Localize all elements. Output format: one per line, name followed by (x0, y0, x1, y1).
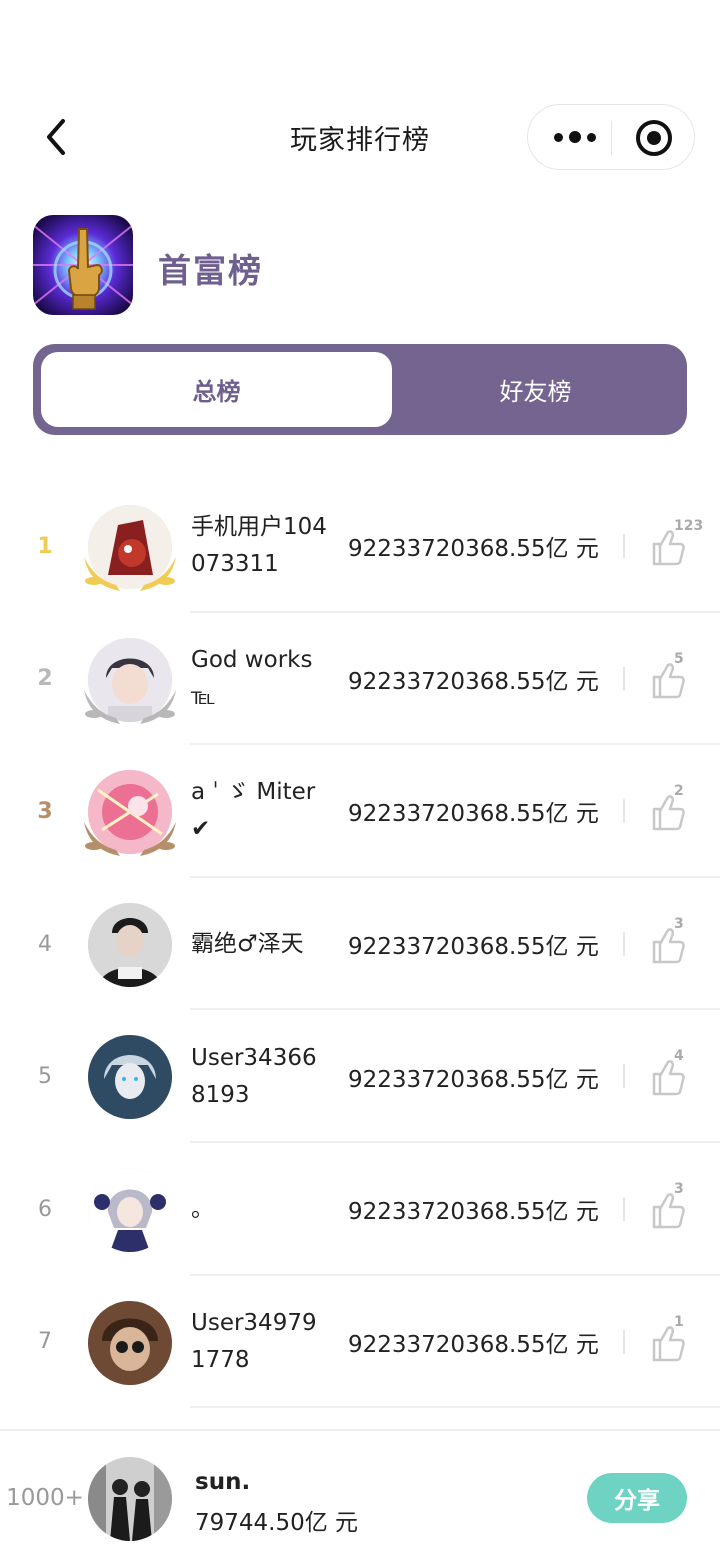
tab-bar: 总榜 好友榜 (33, 344, 687, 435)
row-divider (623, 1196, 625, 1221)
player-amount: 92233720368.55亿 元 (348, 801, 599, 828)
avatar (80, 902, 180, 993)
like-count: 3 (674, 1180, 684, 1197)
golden-finger-icon (33, 215, 133, 315)
avatar-image (88, 1035, 172, 1120)
row-divider (623, 1064, 625, 1089)
row-divider (623, 799, 625, 824)
silver-laurel-icon (84, 689, 176, 724)
nav-bar: 玩家排行榜 (0, 0, 720, 180)
player-amount: 92233720368.55亿 元 (348, 934, 599, 961)
like-count: 3 (674, 915, 684, 932)
table-row[interactable]: 6 。 92233720368.55亿 元 3 (0, 1143, 720, 1276)
player-amount: 92233720368.55亿 元 (348, 1199, 599, 1226)
my-rank: 1000+ (6, 1485, 84, 1511)
rank-number: 3 (37, 798, 53, 824)
like-count: 2 (674, 783, 684, 800)
avatar-image (88, 902, 172, 987)
table-row[interactable]: 7 User349791778 92233720368.55亿 元 1 (0, 1276, 720, 1409)
row-divider (623, 666, 625, 691)
player-name: God works℡ (191, 646, 313, 710)
player-name: User343668193 (191, 1044, 317, 1108)
leaderboard-list: 1 手机用户104073311 92233720368.55亿 元 123 2 … (0, 480, 720, 1409)
like-count: 4 (674, 1048, 684, 1065)
rank-number: 4 (38, 931, 52, 957)
more-button[interactable] (540, 105, 610, 169)
player-name: a ˈ ゞ Miter✔ (191, 779, 316, 843)
rank-number: 7 (38, 1329, 52, 1355)
avatar (80, 1167, 180, 1258)
my-name: sun. (195, 1469, 251, 1495)
player-amount: 92233720368.55亿 元 (348, 536, 599, 563)
my-rank-bar: 1000+ sun. 79744.50亿 元 分享 (0, 1429, 720, 1563)
player-name: User349791778 (191, 1309, 317, 1373)
like-count: 5 (674, 650, 684, 667)
player-name: 霸绝♂泽天 (191, 930, 304, 957)
table-row[interactable]: 4 霸绝♂泽天 92233720368.55亿 元 3 (0, 878, 720, 1011)
rank-number: 1 (37, 533, 53, 559)
my-amount: 79744.50亿 元 (195, 1510, 359, 1536)
table-row[interactable]: 5 User343668193 92233720368.55亿 元 4 (0, 1010, 720, 1143)
rank-number: 5 (38, 1064, 52, 1090)
table-row[interactable]: 2 God works℡ 92233720368.55亿 元 5 (0, 613, 720, 746)
like-count: 123 (674, 518, 704, 534)
target-icon[interactable] (636, 120, 672, 156)
avatar (80, 770, 180, 860)
avatar (80, 637, 180, 728)
row-divider (623, 534, 625, 558)
share-button[interactable]: 分享 (587, 1473, 687, 1523)
bronze-laurel-icon (84, 822, 176, 857)
table-row[interactable]: 3 a ˈ ゞ Miter✔ 92233720368.55亿 元 2 (0, 745, 720, 878)
capsule-divider (611, 121, 612, 155)
player-amount: 92233720368.55亿 元 (348, 1331, 599, 1358)
avatar (80, 1035, 180, 1125)
avatar (88, 1457, 172, 1541)
more-dots-icon (554, 132, 563, 142)
avatar (80, 1300, 180, 1391)
gold-laurel-icon (84, 557, 176, 591)
player-amount: 92233720368.55亿 元 (348, 668, 599, 695)
avatar-image (88, 1300, 172, 1385)
avatar-image (88, 1167, 172, 1252)
avatar (80, 505, 180, 595)
player-name: 。 (191, 1195, 214, 1222)
row-divider (623, 1329, 625, 1354)
table-row[interactable]: 1 手机用户104073311 92233720368.55亿 元 123 (0, 480, 720, 613)
tab-friends[interactable]: 好友榜 (392, 352, 679, 427)
mini-program-capsule (527, 104, 695, 170)
tab-overall[interactable]: 总榜 (41, 352, 392, 427)
row-separator (190, 1406, 720, 1409)
board-title: 首富榜 (158, 251, 263, 290)
like-count: 1 (674, 1313, 684, 1330)
player-amount: 92233720368.55亿 元 (348, 1066, 599, 1093)
rank-number: 6 (38, 1196, 52, 1222)
player-name: 手机用户104073311 (191, 514, 327, 578)
rank-number: 2 (37, 666, 53, 692)
row-divider (623, 931, 625, 956)
